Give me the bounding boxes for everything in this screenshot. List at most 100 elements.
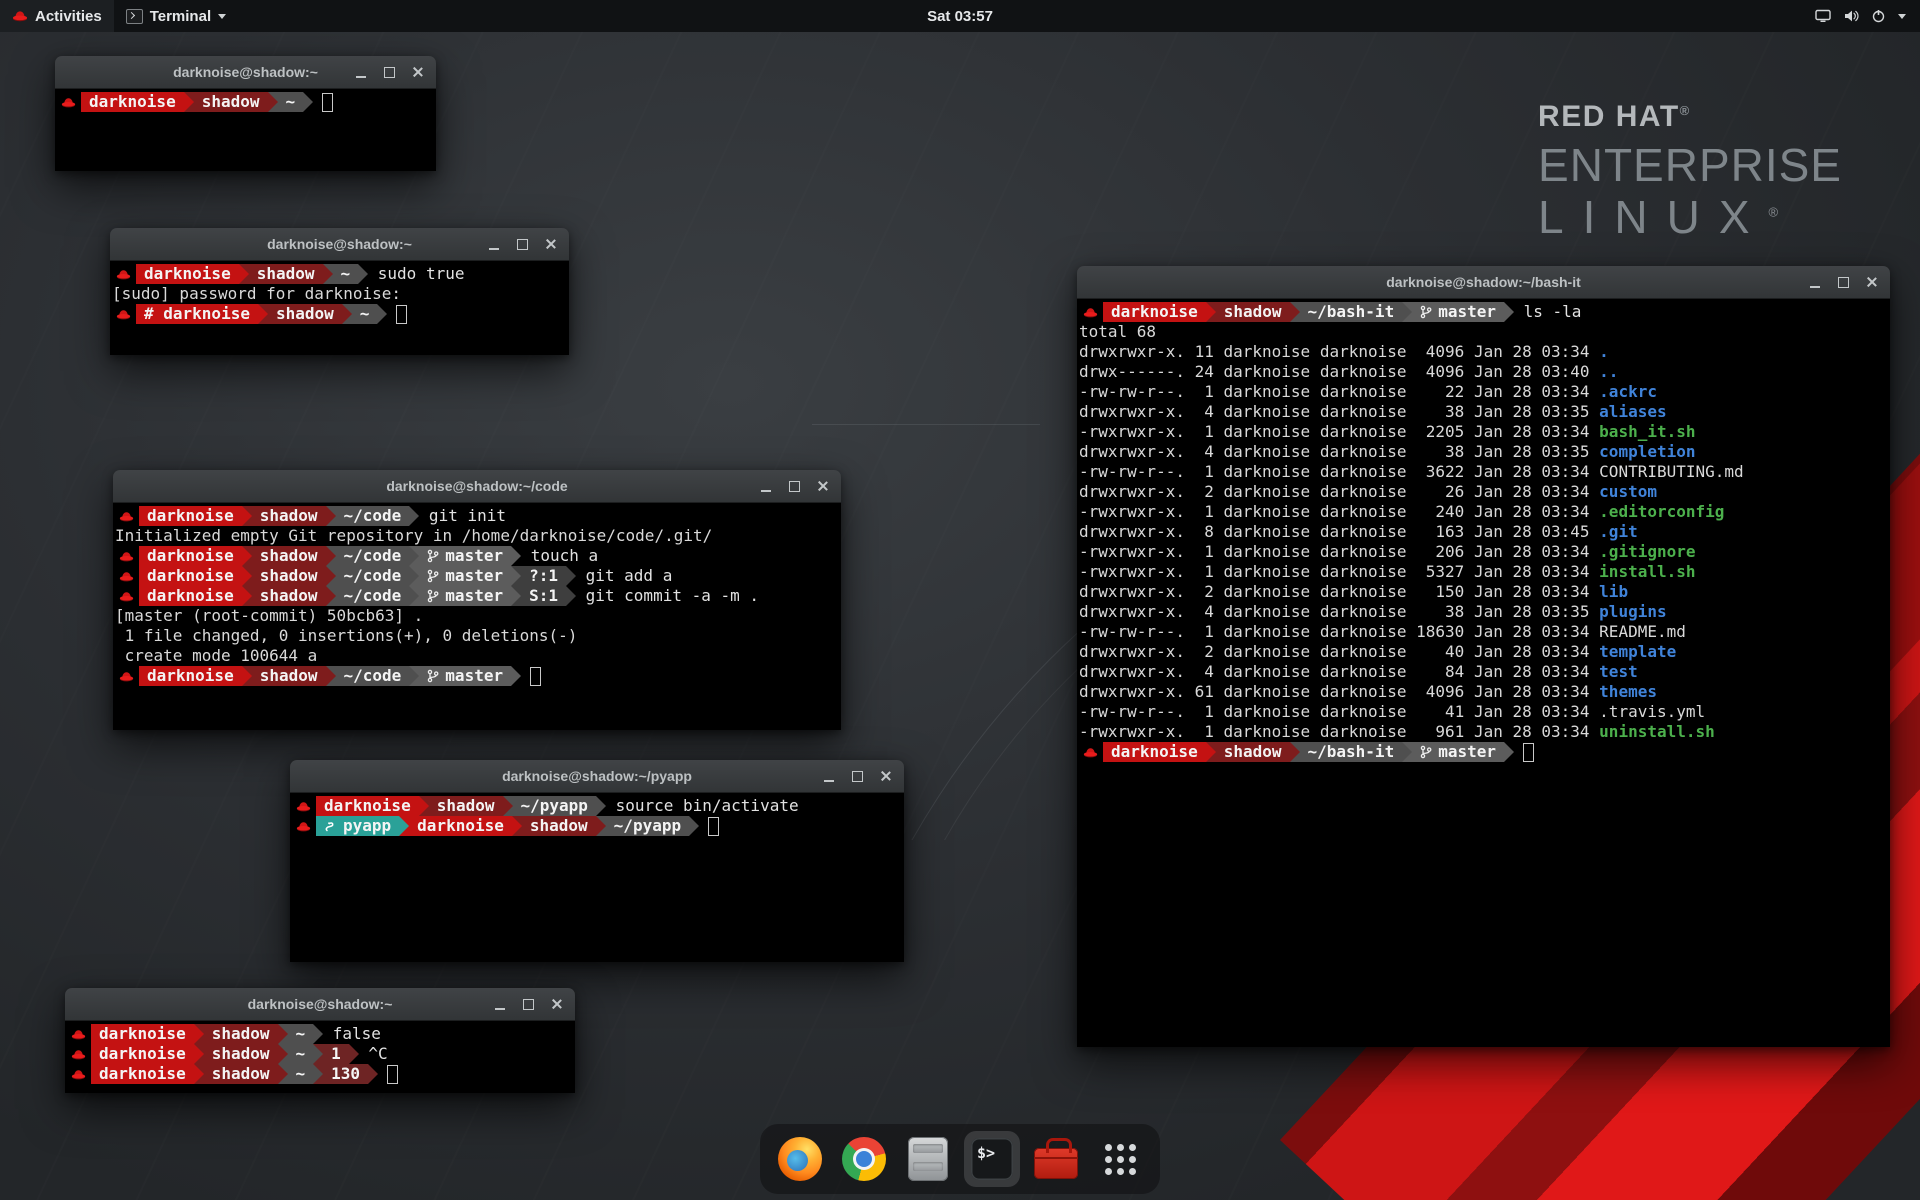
powerline-separator-icon bbox=[419, 796, 429, 816]
file-name: themes bbox=[1599, 682, 1657, 701]
prompt-segment: ~/code bbox=[336, 666, 410, 686]
maximize-button[interactable] bbox=[378, 61, 400, 83]
clock[interactable]: Sat 03:57 bbox=[917, 0, 1003, 32]
powerline-separator-icon bbox=[323, 264, 333, 284]
terminal-cursor bbox=[396, 305, 407, 324]
ls-row: drwx------. 24 darknoise darknoise 4096 … bbox=[1079, 362, 1890, 382]
prompt-segment: shadow bbox=[204, 1044, 278, 1064]
dock-item-files[interactable] bbox=[900, 1131, 956, 1187]
maximize-button[interactable] bbox=[511, 233, 533, 255]
close-button[interactable] bbox=[874, 765, 896, 787]
prompt-line: darknoiseshadow~/bash-itmaster ls -la bbox=[1079, 302, 1890, 322]
powerline-separator-icon bbox=[1402, 302, 1412, 322]
prompt-segment: 1 bbox=[323, 1044, 349, 1064]
maximize-button[interactable] bbox=[517, 993, 539, 1015]
powerline-separator-icon bbox=[194, 1064, 204, 1084]
prompt-segment: shadow bbox=[1216, 742, 1290, 762]
maximize-button[interactable] bbox=[1832, 271, 1854, 293]
prompt-segment: ~/pyapp bbox=[513, 796, 596, 816]
ls-row: drwxrwxr-x. 2 darknoise darknoise 26 Jan… bbox=[1079, 482, 1890, 502]
terminal-content[interactable]: darknoiseshadow~ bbox=[55, 89, 436, 171]
redhat-icon bbox=[71, 1028, 86, 1041]
terminal-content[interactable]: darknoiseshadow~/code git initInitialize… bbox=[113, 503, 841, 730]
window-titlebar[interactable]: darknoise@shadow:~/pyapp bbox=[290, 760, 904, 793]
close-button[interactable] bbox=[1860, 271, 1882, 293]
file-name: custom bbox=[1599, 482, 1657, 501]
window-titlebar[interactable]: darknoise@shadow:~ bbox=[110, 228, 569, 261]
ls-row: drwxrwxr-x. 61 darknoise darknoise 4096 … bbox=[1079, 682, 1890, 702]
system-status-area[interactable] bbox=[1807, 0, 1914, 32]
minimize-button[interactable] bbox=[489, 993, 511, 1015]
prompt-segment: shadow bbox=[268, 304, 342, 324]
redhat-icon bbox=[116, 268, 131, 281]
output-line: create mode 100644 a bbox=[115, 646, 841, 666]
dock-item-chrome[interactable] bbox=[836, 1131, 892, 1187]
brand-line-2: ENTERPRISE bbox=[1538, 138, 1842, 192]
file-name: uninstall.sh bbox=[1599, 722, 1715, 741]
git-branch-icon bbox=[427, 669, 439, 683]
minimize-button[interactable] bbox=[350, 61, 372, 83]
window-titlebar[interactable]: darknoise@shadow:~ bbox=[55, 56, 436, 89]
maximize-button[interactable] bbox=[783, 475, 805, 497]
close-button[interactable] bbox=[811, 475, 833, 497]
powerline-separator-icon bbox=[512, 816, 522, 836]
terminal-content[interactable]: darknoiseshadow~ sudo true[sudo] passwor… bbox=[110, 261, 569, 355]
close-button[interactable] bbox=[406, 61, 428, 83]
prompt-segment: shadow bbox=[204, 1024, 278, 1044]
file-name: plugins bbox=[1599, 602, 1666, 621]
git-branch-icon bbox=[427, 569, 439, 583]
prompt-segment: ~ bbox=[288, 1044, 314, 1064]
terminal-content[interactable]: darknoiseshadow~/bash-itmaster ls -latot… bbox=[1077, 299, 1890, 1047]
dock-item-app-grid[interactable] bbox=[1092, 1131, 1148, 1187]
registered-mark: ® bbox=[1769, 205, 1798, 220]
terminal-cursor bbox=[322, 93, 333, 112]
terminal-content[interactable]: darknoiseshadow~ falsedarknoiseshadow~1 … bbox=[65, 1021, 575, 1093]
ls-row: -rwxrwxr-x. 1 darknoise darknoise 240 Ja… bbox=[1079, 502, 1890, 522]
redhat-icon bbox=[71, 1048, 86, 1061]
redhat-icon bbox=[119, 510, 134, 523]
window-titlebar[interactable]: darknoise@shadow:~/bash-it bbox=[1077, 266, 1890, 299]
app-menu[interactable]: Terminal bbox=[114, 0, 238, 32]
rhel-wordmark: RED HAT® ENTERPRISE LINUX® bbox=[1538, 100, 1842, 244]
minimize-button[interactable] bbox=[818, 765, 840, 787]
prompt-segment: darknoise bbox=[139, 666, 242, 686]
ls-row: -rwxrwxr-x. 1 darknoise darknoise 5327 J… bbox=[1079, 562, 1890, 582]
prompt-segment: darknoise bbox=[91, 1064, 194, 1084]
prompt-segment: ~/bash-it bbox=[1300, 742, 1403, 762]
redhat-icon bbox=[296, 820, 311, 833]
close-button[interactable] bbox=[545, 993, 567, 1015]
prompt-segment: master bbox=[419, 666, 511, 686]
window-titlebar[interactable]: darknoise@shadow:~ bbox=[65, 988, 575, 1021]
activities-button[interactable]: Activities bbox=[0, 0, 114, 32]
window-title: darknoise@shadow:~ bbox=[248, 996, 393, 1012]
redhat-icon bbox=[296, 800, 311, 813]
terminal-content[interactable]: darknoiseshadow~/pyapp source bin/activa… bbox=[290, 793, 904, 962]
ls-row: -rw-rw-r--. 1 darknoise darknoise 41 Jan… bbox=[1079, 702, 1890, 722]
close-button[interactable] bbox=[539, 233, 561, 255]
prompt-line: darknoiseshadow~ bbox=[57, 92, 436, 112]
app-menu-label: Terminal bbox=[150, 8, 211, 25]
powerline-separator-icon bbox=[258, 304, 268, 324]
minimize-button[interactable] bbox=[1804, 271, 1826, 293]
window-titlebar[interactable]: darknoise@shadow:~/code bbox=[113, 470, 841, 503]
dock-item-terminal[interactable]: $> bbox=[964, 1131, 1020, 1187]
powerline-separator-icon bbox=[326, 666, 336, 686]
powerline-separator-icon bbox=[358, 264, 368, 284]
dock-item-toolbox[interactable] bbox=[1028, 1131, 1084, 1187]
prompt-segment: darknoise bbox=[91, 1024, 194, 1044]
activities-label: Activities bbox=[35, 8, 102, 25]
prompt-segment: ~ bbox=[288, 1064, 314, 1084]
maximize-button[interactable] bbox=[846, 765, 868, 787]
prompt-segment: ~/bash-it bbox=[1300, 302, 1403, 322]
chevron-down-icon bbox=[1898, 14, 1906, 19]
powerline-separator-icon bbox=[1206, 302, 1216, 322]
dock-item-firefox[interactable] bbox=[772, 1131, 828, 1187]
powerline-separator-icon bbox=[278, 1044, 288, 1064]
prompt-segment: ~ bbox=[278, 92, 304, 112]
app-grid-icon bbox=[1105, 1144, 1136, 1175]
file-name: .travis.yml bbox=[1599, 702, 1705, 721]
minimize-button[interactable] bbox=[483, 233, 505, 255]
minimize-button[interactable] bbox=[755, 475, 777, 497]
powerline-separator-icon bbox=[242, 586, 252, 606]
file-name: template bbox=[1599, 642, 1676, 661]
